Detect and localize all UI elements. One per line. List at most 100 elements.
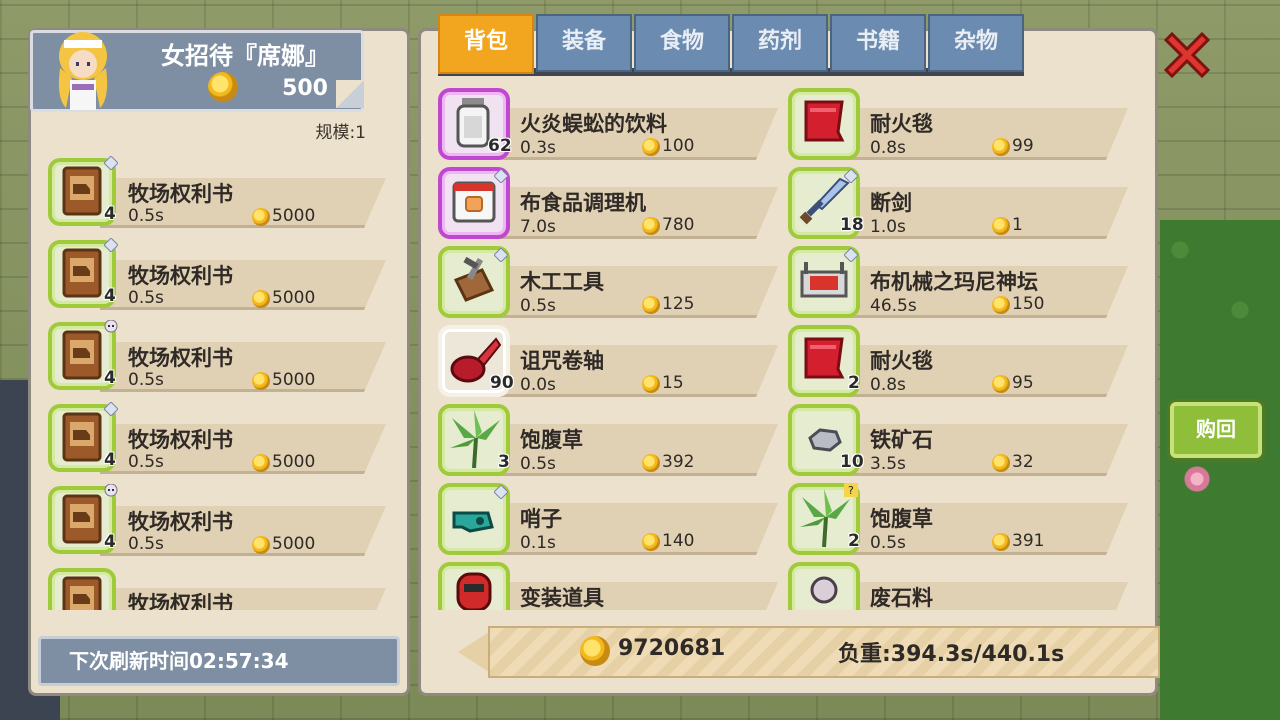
shop-item[interactable]: 牧场权利书 [44, 560, 390, 610]
item-name: 铁矿石 [870, 428, 933, 452]
coin-icon [642, 375, 660, 393]
item-name: 布食品调理机 [520, 191, 646, 215]
bag-item[interactable]: ? 2 饱腹草 0.5s 391 [788, 479, 1130, 559]
item-weight: 0.5s [520, 454, 556, 474]
bag-item[interactable]: 10 铁矿石 3.5s 32 [788, 400, 1130, 480]
category-tabs: 背包 装备 食物 药剂 书籍 杂物 [438, 14, 1024, 74]
shop-item[interactable]: 4 牧场权利书 0.5s 5000 [44, 232, 390, 314]
bag-item[interactable]: 2 耐火毯 0.8s 95 [788, 321, 1130, 401]
item-name: 牧场权利书 [128, 182, 233, 206]
tab-food[interactable]: 食物 [634, 14, 730, 72]
item-name: 耐火毯 [870, 349, 933, 373]
item-weight: 1.0s [870, 217, 906, 237]
bag-item[interactable]: 3 饱腹草 0.5s 392 [438, 400, 780, 480]
diamond-icon [494, 485, 508, 499]
coin-icon [992, 533, 1010, 551]
item-name: 牧场权利书 [128, 592, 233, 610]
item-weight: 0.8s [870, 375, 906, 395]
shop-item[interactable]: 4 牧场权利书 0.5s 5000 [44, 478, 390, 560]
item-name: 木工工具 [520, 270, 604, 294]
item-price: 5000 [272, 452, 316, 472]
item-name: 牧场权利书 [128, 346, 233, 370]
bag-item[interactable]: 耐火毯 0.8s 99 [788, 84, 1130, 164]
tab-potion[interactable]: 药剂 [732, 14, 828, 72]
mask-icon [456, 572, 492, 610]
item-name: 废石料 [870, 586, 933, 610]
item-price: 391 [1012, 531, 1045, 551]
tab-bag[interactable]: 背包 [438, 14, 534, 74]
coin-icon [992, 375, 1010, 393]
diamond-icon [494, 248, 508, 262]
tab-misc[interactable]: 杂物 [928, 14, 1024, 72]
item-weight: 0.5s [128, 206, 164, 226]
item-slot[interactable] [788, 562, 860, 610]
refresh-timer: 下次刷新时间02:57:34 [38, 636, 400, 686]
item-name: 牧场权利书 [128, 264, 233, 288]
bag-item[interactable]: 18 断剑 1.0s 1 [788, 163, 1130, 243]
close-icon[interactable] [1160, 28, 1214, 82]
shop-item[interactable]: 4 牧场权利书 0.5s 5000 [44, 150, 390, 232]
item-price: 100 [662, 136, 695, 156]
item-name: 耐火毯 [870, 112, 933, 136]
book-icon [62, 576, 102, 610]
coin-icon [252, 208, 270, 226]
shop-item[interactable]: 4 牧场权利书 0.5s 5000 [44, 396, 390, 478]
bag-item[interactable]: 废石料 [788, 558, 1130, 610]
item-name: 哨子 [520, 507, 562, 531]
item-weight: 0.5s [128, 452, 164, 472]
book-icon [62, 166, 102, 216]
item-weight: 7.0s [520, 217, 556, 237]
item-name: 火炎蜈蚣的饮料 [520, 112, 667, 136]
skull-icon [104, 484, 118, 497]
item-qty: 4 [104, 450, 116, 470]
bag-item[interactable]: 90 诅咒卷轴 0.0s 15 [438, 321, 780, 401]
item-name: 变装道具 [520, 586, 604, 610]
item-qty: 18 [840, 215, 864, 235]
buyback-button[interactable]: 购回 [1170, 402, 1262, 458]
item-qty: 4 [104, 532, 116, 552]
item-name: 牧场权利书 [128, 510, 233, 534]
npc-gold: 500 [282, 76, 328, 101]
item-price: 15 [662, 373, 684, 393]
item-slot[interactable] [48, 568, 116, 610]
item-qty: 2 [848, 373, 860, 393]
coin-icon [642, 296, 660, 314]
item-weight: 0.8s [870, 138, 906, 158]
bag-item[interactable]: 布机械之玛尼神坛 46.5s 150 [788, 242, 1130, 322]
item-name: 饱腹草 [870, 507, 933, 531]
shop-item[interactable]: 4 牧场权利书 0.5s 5000 [44, 314, 390, 396]
item-price: 5000 [272, 370, 316, 390]
item-weight: 0.1s [520, 533, 556, 553]
bag-item-grid[interactable]: 62 火炎蜈蚣的饮料 0.3s 100 耐火毯 0.8s 99 布食品调理机 7… [438, 84, 1138, 610]
footer-ribbon-tail [458, 630, 492, 674]
diamond-icon [104, 156, 118, 170]
diamond-icon [844, 169, 858, 183]
bag-item[interactable]: 哨子 0.1s 140 [438, 479, 780, 559]
tab-books[interactable]: 书籍 [830, 14, 926, 72]
diamond-icon [494, 169, 508, 183]
item-price: 32 [1012, 452, 1034, 472]
stone-icon [810, 576, 838, 604]
tab-equipment[interactable]: 装备 [536, 14, 632, 72]
item-price: 5000 [272, 534, 316, 554]
item-name: 断剑 [870, 191, 912, 215]
item-weight: 0.3s [520, 138, 556, 158]
shop-item-list[interactable]: 4 牧场权利书 0.5s 5000 4 牧场权利书 0.5s 5000 4 牧场… [44, 150, 390, 610]
item-slot[interactable] [788, 88, 860, 160]
item-price: 99 [1012, 136, 1034, 156]
item-weight: 0.5s [128, 534, 164, 554]
bag-item[interactable]: 变装道具 [438, 558, 780, 610]
item-slot[interactable] [438, 562, 510, 610]
diamond-icon [104, 402, 118, 416]
bag-item[interactable]: 62 火炎蜈蚣的饮料 0.3s 100 [438, 84, 780, 164]
item-weight: 0.5s [128, 370, 164, 390]
item-price: 1 [1012, 215, 1023, 235]
coin-icon [992, 454, 1010, 472]
npc-portrait [58, 32, 108, 110]
grass-area [1160, 220, 1280, 720]
flower-icon [1180, 462, 1214, 496]
item-qty: 62 [488, 136, 512, 156]
bag-item[interactable]: 布食品调理机 7.0s 780 [438, 163, 780, 243]
bag-item[interactable]: 木工工具 0.5s 125 [438, 242, 780, 322]
shop-scale: 规模:1 [315, 123, 366, 143]
